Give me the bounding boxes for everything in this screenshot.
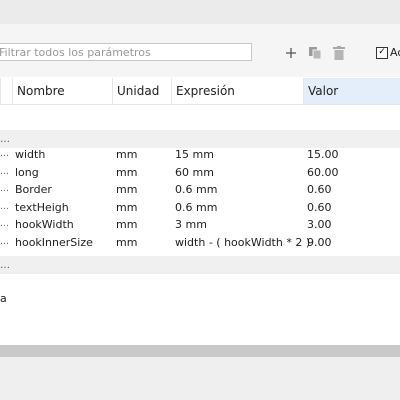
table-row[interactable]: … hookInnerSize mm width - ( hookWidth * 2 … xyxy=(0,234,400,251)
row-marker: … xyxy=(0,149,9,159)
table-row[interactable]: … Border mm 0.6 mm 0.60 xyxy=(0,181,400,198)
copy-icon xyxy=(309,47,322,60)
parameter-expression[interactable]: 0.6 mm xyxy=(175,199,217,216)
parameter-value[interactable]: 3.00 xyxy=(307,216,332,233)
copy-parameter-button[interactable] xyxy=(306,44,324,62)
parameter-name[interactable]: Border xyxy=(15,181,52,198)
delete-parameter-button[interactable] xyxy=(330,44,348,62)
active-filter-toggle[interactable]: ✓ Ac xyxy=(376,46,400,59)
table-row[interactable]: … textHeigh mm 0.6 mm 0.60 xyxy=(0,199,400,216)
column-header-expression[interactable]: Expresión xyxy=(171,78,303,104)
parameter-value[interactable]: 9.00 xyxy=(307,234,332,251)
row-marker: … xyxy=(0,202,9,212)
parameter-name[interactable]: textHeigh xyxy=(15,199,69,216)
active-filter-label: Ac xyxy=(390,46,400,59)
parameter-value[interactable]: 15.00 xyxy=(307,146,339,163)
column-header-value[interactable]: Valor xyxy=(303,78,400,104)
filter-parameters-input[interactable] xyxy=(0,43,252,61)
parameter-expression[interactable]: 15 mm xyxy=(175,146,214,163)
group-expander[interactable]: … xyxy=(0,260,10,271)
row-marker: … xyxy=(0,237,9,247)
window-top-strip xyxy=(0,0,400,24)
parameter-expression[interactable]: 3 mm xyxy=(175,216,207,233)
parameter-name[interactable]: hookWidth xyxy=(15,216,74,233)
parameter-expression[interactable]: width - ( hookWidth * 2 ) xyxy=(175,234,310,251)
parameter-value[interactable]: 60.00 xyxy=(307,164,339,181)
column-header-unit[interactable]: Unidad xyxy=(112,78,171,104)
trash-icon xyxy=(333,46,345,60)
expander-column-header[interactable] xyxy=(0,78,12,104)
row-marker: … xyxy=(0,219,9,229)
parameter-expression[interactable]: 60 mm xyxy=(175,164,214,181)
row-marker: … xyxy=(0,167,9,177)
parameter-unit[interactable]: mm xyxy=(116,234,137,251)
parameter-value[interactable]: 0.60 xyxy=(307,199,332,216)
check-icon[interactable]: ✓ xyxy=(376,46,388,59)
parameter-unit[interactable]: mm xyxy=(116,146,137,163)
list-item-label: a xyxy=(0,292,7,305)
add-parameter-button[interactable] xyxy=(282,44,300,62)
plus-icon xyxy=(286,48,296,58)
group-expander[interactable]: … xyxy=(0,134,10,145)
table-header: Nombre Unidad Expresión Valor xyxy=(0,78,400,105)
parameter-expression[interactable]: 0.6 mm xyxy=(175,181,217,198)
column-header-name[interactable]: Nombre xyxy=(12,78,112,104)
table-row[interactable]: … width mm 15 mm 15.00 xyxy=(0,146,400,163)
row-marker: … xyxy=(0,184,9,194)
group-row[interactable]: … xyxy=(0,256,400,274)
bottom-panel xyxy=(0,357,400,400)
parameter-unit[interactable]: mm xyxy=(116,181,137,198)
list-item[interactable]: a xyxy=(0,290,400,307)
parameter-name[interactable]: width xyxy=(15,146,45,163)
table-row[interactable]: … hookWidth mm 3 mm 3.00 xyxy=(0,216,400,233)
parameter-unit[interactable]: mm xyxy=(116,199,137,216)
parameter-name[interactable]: hookInnerSize xyxy=(15,234,93,251)
horizontal-scrollbar[interactable] xyxy=(0,345,400,357)
parameter-value[interactable]: 0.60 xyxy=(307,181,332,198)
parameter-unit[interactable]: mm xyxy=(116,216,137,233)
parameter-unit[interactable]: mm xyxy=(116,164,137,181)
parameter-name[interactable]: long xyxy=(15,164,39,181)
table-row[interactable]: … long mm 60 mm 60.00 xyxy=(0,164,400,181)
